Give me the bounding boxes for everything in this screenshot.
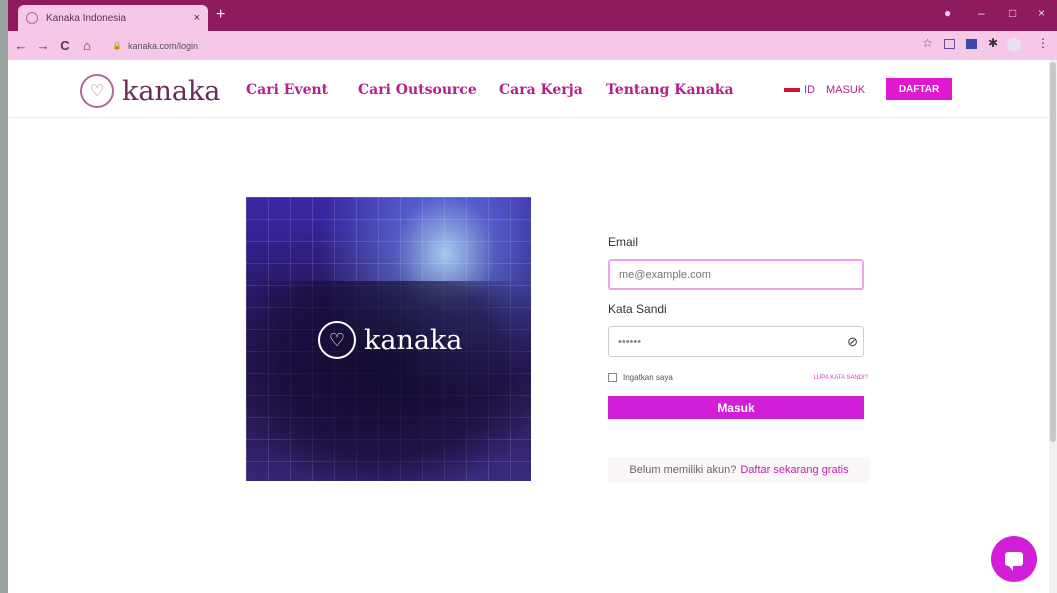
site-favicon-icon [26, 12, 38, 24]
extension-icon[interactable] [966, 39, 977, 49]
url-field[interactable]: 🔒 kanaka.com/login [112, 41, 198, 51]
new-tab-button[interactable]: + [216, 6, 225, 24]
minimize-button[interactable]: – [978, 6, 985, 20]
nav-cari-outsource[interactable]: Cari Outsource [358, 82, 477, 98]
hide-password-icon[interactable]: ⊘ [847, 334, 858, 350]
email-field-wrapper [608, 259, 864, 290]
profile-icon[interactable]: ● [944, 6, 951, 20]
signup-link[interactable]: Daftar sekarang gratis [740, 464, 848, 476]
extension-icon[interactable] [944, 39, 955, 49]
email-label: Email [608, 235, 639, 249]
hero-logo-text: kanaka [364, 324, 463, 356]
browser-tab[interactable]: Kanaka Indonesia × [18, 5, 208, 31]
forward-button[interactable]: → [34, 38, 52, 53]
email-field[interactable] [619, 268, 853, 281]
back-button[interactable]: ← [12, 38, 30, 53]
password-row: •••••• ⊘ [608, 326, 868, 357]
forgot-password-link[interactable]: LUPA KATA SANDI? [814, 375, 868, 381]
chat-bubble-icon [1005, 552, 1023, 571]
scrollbar-thumb[interactable] [1050, 62, 1056, 442]
nav-tentang-kanaka[interactable]: Tentang Kanaka [606, 82, 734, 98]
login-link[interactable]: MASUK [826, 84, 865, 96]
tab-title: Kanaka Indonesia [46, 12, 127, 24]
reload-button[interactable]: C [56, 38, 74, 53]
login-submit-button[interactable]: Masuk [608, 396, 864, 420]
remember-me-checkbox[interactable]: Ingatkan saya [608, 373, 673, 383]
nav-cari-event[interactable]: Cari Event [246, 82, 328, 98]
indonesia-flag-icon [784, 88, 800, 92]
browser-tab-bar: Kanaka Indonesia × + ● – □ × [8, 0, 1057, 31]
kanaka-logo[interactable]: ♡ kanaka [80, 74, 220, 108]
window-close-button[interactable]: × [1038, 6, 1045, 20]
password-label: Kata Sandi [608, 302, 667, 316]
heart-handshake-icon: ♡ [80, 74, 114, 108]
hero-image: ♡ kanaka [246, 197, 531, 481]
password-field[interactable]: •••••• [608, 326, 864, 357]
signup-prompt-text: Belum memiliki akun? [629, 464, 737, 476]
signup-prompt: Belum memiliki akun? Daftar sekarang gra… [608, 457, 870, 483]
tab-close-button[interactable]: × [194, 12, 200, 24]
menu-kebab-icon[interactable]: ⋮ [1037, 36, 1049, 50]
lock-icon: 🔒 [112, 41, 122, 50]
hero-logo: ♡ kanaka [318, 321, 462, 359]
nav-cara-kerja[interactable]: Cara Kerja [499, 82, 583, 98]
chat-button[interactable] [991, 536, 1037, 582]
page-scrollbar[interactable] [1049, 60, 1057, 593]
crowd-silhouette [246, 281, 531, 481]
remember-me-label: Ingatkan saya [623, 373, 673, 382]
home-button[interactable]: ⌂ [78, 38, 96, 53]
login-form: Email Kata Sandi •••••• ⊘ Ingatkan saya … [608, 235, 868, 420]
address-bar: ← → C ⌂ 🔒 kanaka.com/login [8, 31, 1057, 60]
register-button[interactable]: DAFTAR [886, 78, 952, 100]
heart-handshake-icon: ♡ [318, 321, 356, 359]
remember-row: Ingatkan saya LUPA KATA SANDI? [608, 373, 868, 383]
logo-text: kanaka [122, 75, 221, 107]
puzzle-extensions-icon[interactable]: ✱ [988, 36, 998, 50]
language-code: ID [804, 84, 815, 96]
site-header: ♡ kanaka Cari Event Cari Outsource Cara … [8, 60, 1057, 118]
bookmark-star-icon[interactable]: ☆ [922, 36, 933, 50]
app-window: Kanaka Indonesia × + ● – □ × ← → C ⌂ 🔒 k… [0, 0, 1057, 593]
maximize-button[interactable]: □ [1009, 6, 1016, 20]
checkbox-icon [608, 373, 617, 383]
language-switcher[interactable]: ID [784, 84, 815, 96]
password-value: •••••• [618, 335, 642, 348]
profile-avatar-icon[interactable] [1007, 38, 1021, 52]
url-text: kanaka.com/login [127, 40, 199, 51]
